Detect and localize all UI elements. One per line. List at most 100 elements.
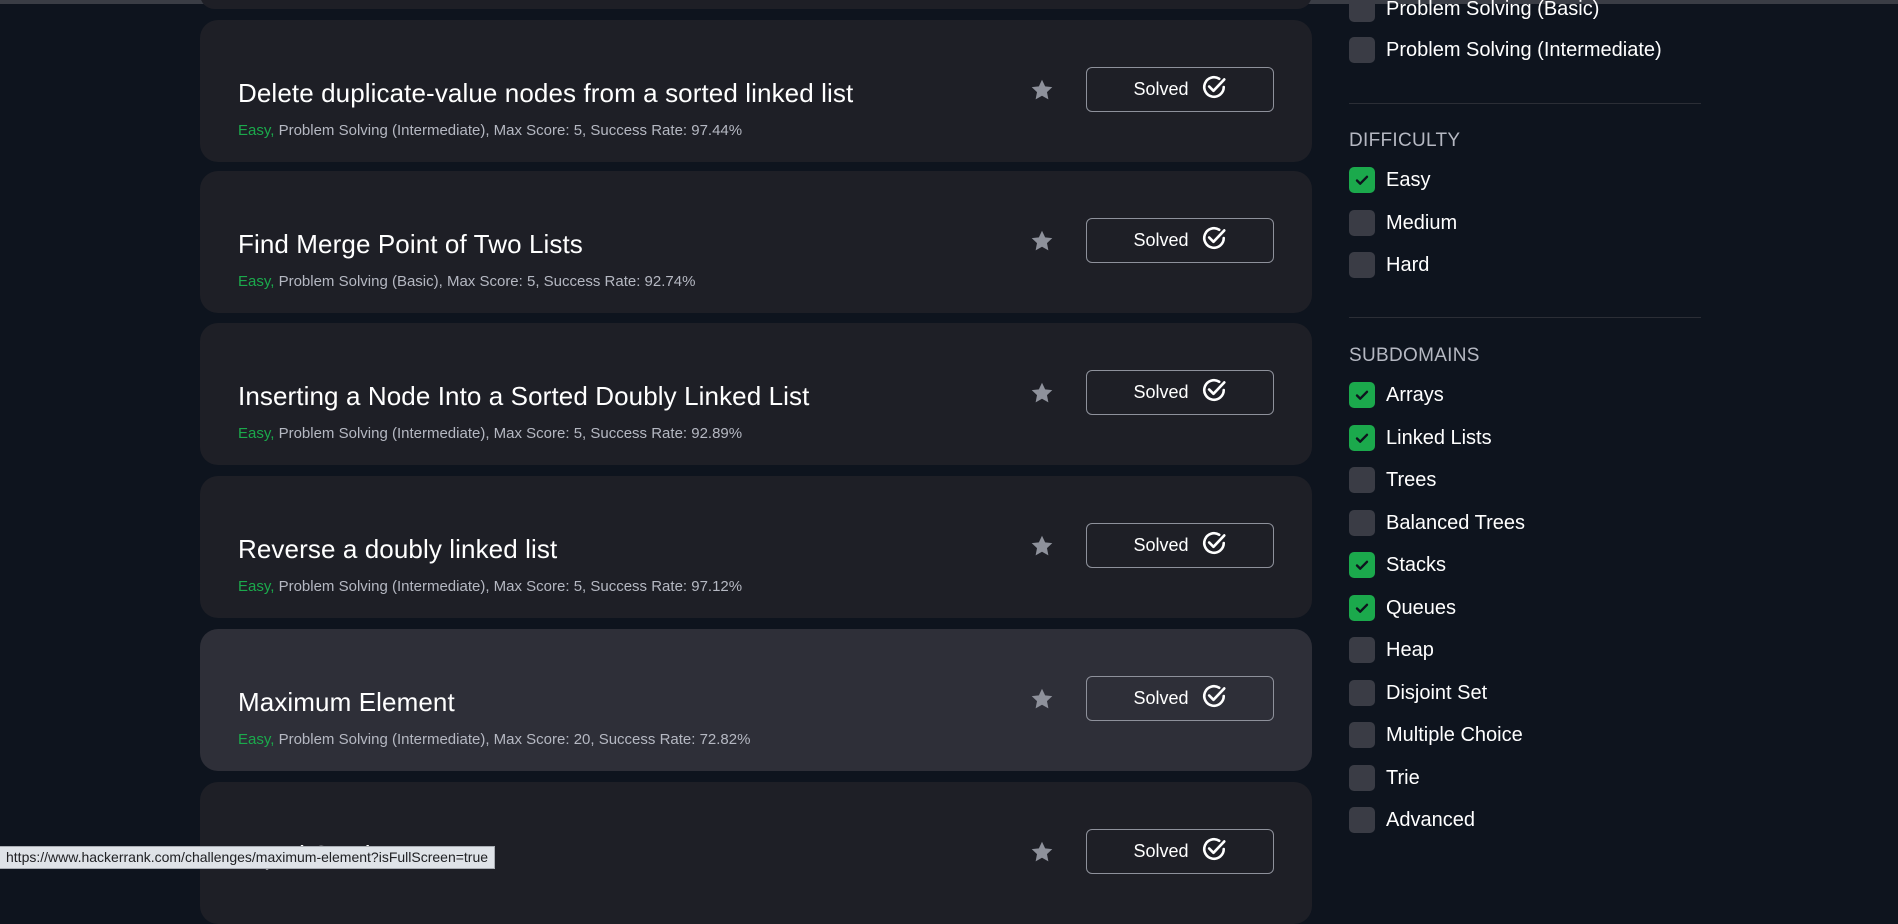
solved-label: Solved xyxy=(1133,230,1189,250)
divider xyxy=(1349,317,1701,318)
checkbox-label: Arrays xyxy=(1386,383,1444,406)
checkbox-label: Queues xyxy=(1386,596,1457,619)
checkbox[interactable] xyxy=(1349,765,1375,791)
filter-subdomain-linked-lists[interactable]: Linked Lists xyxy=(1349,425,1492,451)
checkbox[interactable] xyxy=(1349,467,1375,493)
challenge-meta: Easy, Problem Solving (Intermediate), Ma… xyxy=(238,122,742,140)
star-icon[interactable] xyxy=(1029,380,1055,406)
solved-button[interactable]: Solved xyxy=(1086,218,1274,263)
challenge-card[interactable]: Reverse a doubly linked list Easy, Probl… xyxy=(200,476,1312,618)
checkbox[interactable] xyxy=(1349,37,1375,63)
challenge-card[interactable]: Inserting a Node Into a Sorted Doubly Li… xyxy=(200,323,1312,465)
challenge-title[interactable]: Find Merge Point of Two Lists xyxy=(238,229,583,259)
filter-difficulty-easy[interactable]: Easy xyxy=(1349,167,1430,193)
filter-subdomain-advanced[interactable]: Advanced xyxy=(1349,807,1475,833)
filter-subdomain-disjoint-set[interactable]: Disjoint Set xyxy=(1349,680,1487,706)
checkbox[interactable] xyxy=(1349,382,1375,408)
checkbox-label: Stacks xyxy=(1386,553,1447,576)
checkbox-label: Advanced xyxy=(1386,808,1475,831)
filter-sidebar: Problem Solving (Basic) Problem Solving … xyxy=(1349,0,1701,869)
check-circle-icon xyxy=(1201,74,1227,105)
difficulty-label: Easy, xyxy=(238,731,275,748)
solved-button[interactable]: Solved xyxy=(1086,67,1274,112)
challenge-card[interactable]: Find Merge Point of Two Lists Easy, Prob… xyxy=(200,171,1312,313)
checkbox-label: Heap xyxy=(1386,638,1434,661)
challenge-title[interactable]: Inserting a Node Into a Sorted Doubly Li… xyxy=(238,381,809,411)
link-preview-statusbar: https://www.hackerrank.com/challenges/ma… xyxy=(0,846,496,869)
filter-subdomain-trie[interactable]: Trie xyxy=(1349,765,1420,791)
check-circle-icon xyxy=(1201,683,1227,714)
checkbox-label: Linked Lists xyxy=(1386,426,1492,449)
check-circle-icon xyxy=(1201,530,1227,561)
checkbox[interactable] xyxy=(1349,552,1375,578)
filter-difficulty-medium[interactable]: Medium xyxy=(1349,210,1457,236)
checkbox[interactable] xyxy=(1349,0,1375,22)
checkbox[interactable] xyxy=(1349,210,1375,236)
solved-button[interactable]: Solved xyxy=(1086,676,1274,721)
filter-skill-basic[interactable]: Problem Solving (Basic) xyxy=(1349,0,1599,22)
challenge-list: Delete duplicate-value nodes from a sort… xyxy=(200,0,1312,924)
difficulty-label: Easy, xyxy=(238,578,275,595)
checkbox[interactable] xyxy=(1349,252,1375,278)
checkbox-label: Medium xyxy=(1386,211,1458,234)
filter-subdomain-arrays[interactable]: Arrays xyxy=(1349,382,1444,408)
subdomains-heading: SUBDOMAINS xyxy=(1349,345,1480,366)
solved-button[interactable]: Solved xyxy=(1086,829,1274,874)
challenge-meta: Easy, Problem Solving (Intermediate), Ma… xyxy=(238,578,742,596)
checkbox[interactable] xyxy=(1349,680,1375,706)
check-circle-icon xyxy=(1201,225,1227,256)
solved-button[interactable]: Solved xyxy=(1086,370,1274,415)
filter-skill-intermediate[interactable]: Problem Solving (Intermediate) xyxy=(1349,37,1662,63)
filter-subdomain-balanced-trees[interactable]: Balanced Trees xyxy=(1349,510,1525,536)
checkbox[interactable] xyxy=(1349,807,1375,833)
checkbox-label: Problem Solving (Intermediate) xyxy=(1386,38,1662,61)
challenge-card-previous[interactable] xyxy=(200,0,1312,9)
checkbox-label: Problem Solving (Basic) xyxy=(1386,0,1600,20)
challenge-details: Problem Solving (Basic), Max Score: 5, S… xyxy=(274,273,696,290)
checkbox[interactable] xyxy=(1349,167,1375,193)
checkbox-label: Disjoint Set xyxy=(1386,681,1488,704)
challenge-meta: Easy, Problem Solving (Basic), Max Score… xyxy=(238,273,695,291)
checkbox-label: Trees xyxy=(1386,468,1437,491)
checkbox[interactable] xyxy=(1349,595,1375,621)
star-icon[interactable] xyxy=(1029,228,1055,254)
checkbox-label: Trie xyxy=(1386,766,1420,789)
challenge-card[interactable]: Maximum Element Easy, Problem Solving (I… xyxy=(200,629,1312,771)
checkbox[interactable] xyxy=(1349,637,1375,663)
checkbox[interactable] xyxy=(1349,425,1375,451)
checkmark-icon xyxy=(1355,433,1369,443)
challenge-title[interactable]: Maximum Element xyxy=(238,687,455,717)
solved-label: Solved xyxy=(1133,841,1189,861)
star-icon[interactable] xyxy=(1029,533,1055,559)
solved-button[interactable]: Solved xyxy=(1086,523,1274,568)
checkbox[interactable] xyxy=(1349,722,1375,748)
challenge-title[interactable]: Reverse a doubly linked list xyxy=(238,534,557,564)
challenge-meta: Easy, Problem Solving (Intermediate), Ma… xyxy=(238,425,742,443)
solved-label: Solved xyxy=(1133,382,1189,402)
filter-subdomain-queues[interactable]: Queues xyxy=(1349,595,1456,621)
challenge-details: Problem Solving (Intermediate), Max Scor… xyxy=(274,122,743,139)
star-icon[interactable] xyxy=(1029,839,1055,865)
difficulty-label: Easy, xyxy=(238,273,275,290)
filter-subdomain-heap[interactable]: Heap xyxy=(1349,637,1434,663)
star-icon[interactable] xyxy=(1029,77,1055,103)
filter-subdomain-trees[interactable]: Trees xyxy=(1349,467,1436,493)
checkbox-label: Easy xyxy=(1386,168,1431,191)
checkbox[interactable] xyxy=(1349,510,1375,536)
filter-subdomain-stacks[interactable]: Stacks xyxy=(1349,552,1446,578)
solved-label: Solved xyxy=(1133,688,1189,708)
difficulty-label: Easy, xyxy=(238,425,275,442)
checkmark-icon xyxy=(1355,390,1369,400)
filter-difficulty-hard[interactable]: Hard xyxy=(1349,252,1429,278)
divider xyxy=(1349,103,1701,104)
checkmark-icon xyxy=(1355,175,1369,185)
check-circle-icon xyxy=(1201,377,1227,408)
check-circle-icon xyxy=(1201,836,1227,867)
challenge-title[interactable]: Delete duplicate-value nodes from a sort… xyxy=(238,78,853,108)
star-icon[interactable] xyxy=(1029,686,1055,712)
checkmark-icon xyxy=(1355,560,1369,570)
filter-subdomain-multiple-choice[interactable]: Multiple Choice xyxy=(1349,722,1523,748)
challenge-card[interactable]: Delete duplicate-value nodes from a sort… xyxy=(200,20,1312,162)
checkbox-label: Hard xyxy=(1386,253,1430,276)
solved-label: Solved xyxy=(1133,535,1189,555)
